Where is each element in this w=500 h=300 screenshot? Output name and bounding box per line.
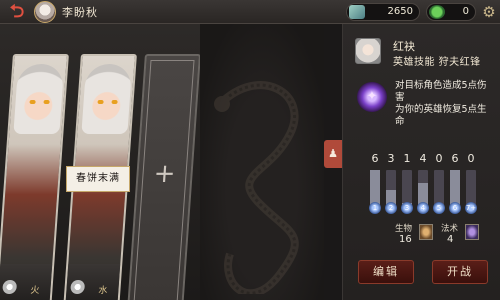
- mana-curve-count: 3: [387, 152, 395, 165]
- mana-curve-count: 6: [451, 152, 459, 165]
- eye-icon: [97, 100, 104, 104]
- add-card-slot[interactable]: +: [127, 54, 201, 300]
- spell-label: 法术: [441, 224, 459, 234]
- spell-icon: [465, 224, 479, 240]
- skill-subtitle: 英雄技能 狩夫红锋: [393, 57, 481, 68]
- fight-button[interactable]: 开战: [432, 260, 488, 284]
- card-footer: 火: [0, 264, 53, 300]
- edit-button[interactable]: 编辑: [358, 260, 414, 284]
- mana-cost-icon: 1: [369, 202, 381, 214]
- creature-count: 16: [399, 234, 412, 245]
- hero-skill-panel: 红袂 英雄技能 狩夫红锋 ✦ 对目标角色造成5点伤害 为你的英雄恢复5点生命 6…: [342, 24, 500, 300]
- element-label: 水: [98, 286, 108, 296]
- water-element-icon: [70, 280, 86, 294]
- spell-count: 4: [447, 234, 454, 245]
- deck-card-area: 火 水 春饼末满 +: [0, 24, 201, 300]
- gear-icon[interactable]: ⚙: [480, 3, 498, 21]
- leaf-icon: [429, 5, 445, 19]
- element-label: 火: [30, 286, 40, 296]
- eye-icon: [29, 100, 36, 104]
- hero-info-tab[interactable]: ♟: [324, 140, 342, 168]
- mana-curve-counts: 6314060: [369, 152, 485, 165]
- card-footer: 水: [65, 264, 121, 300]
- hero-card-fire[interactable]: 火: [0, 54, 69, 300]
- leaf-count: 0: [462, 6, 469, 17]
- mana-cost-icon: 5: [433, 202, 445, 214]
- mana-curve-count: 4: [419, 152, 427, 165]
- leaf-currency: 0: [426, 3, 476, 21]
- gem-count: 2650: [387, 6, 413, 17]
- top-bar: ⮌ 李盼秋 2650 0 ⚙: [0, 0, 500, 24]
- mana-cost-icon: 7+: [465, 202, 477, 214]
- hero-portrait: [81, 64, 133, 134]
- skill-rune-icon: ✦: [357, 82, 387, 112]
- fire-element-icon: [2, 280, 18, 294]
- skill-description: 对目标角色造成5点伤害 为你的英雄恢复5点生命: [395, 80, 487, 127]
- hero-portrait: [13, 64, 65, 134]
- creature-icon: [419, 224, 433, 240]
- person-icon: ♟: [328, 147, 338, 160]
- skill-hero-avatar: [355, 38, 381, 64]
- eye-icon: [43, 100, 50, 104]
- hero-name: 李盼秋: [62, 6, 98, 19]
- dragon-background: [200, 24, 324, 300]
- hero-avatar[interactable]: [34, 1, 56, 23]
- eye-icon: [111, 100, 118, 104]
- mana-cost-icon: 3: [401, 202, 413, 214]
- mana-curve-count: 0: [467, 152, 475, 165]
- plus-icon[interactable]: +: [152, 159, 178, 189]
- creature-label: 生物: [395, 224, 413, 234]
- back-arrow-icon[interactable]: ⮌: [4, 2, 30, 22]
- dragon-emblem-icon: [214, 81, 299, 294]
- card-name-banner: 春饼末满: [66, 166, 130, 192]
- rune-glyph-icon: ✦: [366, 89, 378, 104]
- mana-cost-icon: 6: [449, 202, 461, 214]
- gem-icon: [349, 5, 365, 19]
- mana-curve-count: 1: [403, 152, 411, 165]
- gem-currency: 2650: [346, 3, 420, 21]
- mana-curve-count: 0: [435, 152, 443, 165]
- mana-cost-icon: 4: [417, 202, 429, 214]
- skill-name: 红袂: [393, 40, 415, 53]
- mana-cost-icon: 2: [385, 202, 397, 214]
- mana-curve-count: 6: [371, 152, 379, 165]
